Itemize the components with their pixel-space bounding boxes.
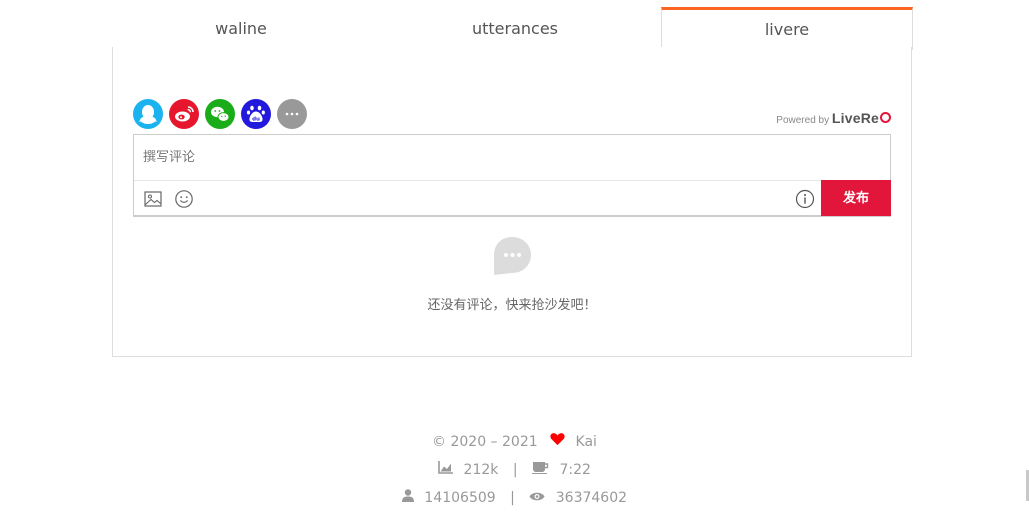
baidu-icon: du bbox=[241, 99, 271, 129]
chart-area-icon bbox=[438, 458, 454, 482]
powered-by-livere[interactable]: Powered by LiveRe bbox=[776, 110, 891, 126]
qq-login-button[interactable] bbox=[133, 99, 163, 129]
more-icon bbox=[277, 99, 307, 129]
info-icon[interactable] bbox=[795, 189, 815, 209]
tab-waline[interactable]: waline bbox=[112, 7, 370, 47]
site-footer: © 2020 – 2021 Kai 212k | 7:22 14106509 |… bbox=[0, 430, 1029, 514]
separator: | bbox=[510, 490, 515, 506]
eye-icon bbox=[529, 486, 545, 510]
wechat-login-button[interactable] bbox=[205, 99, 235, 129]
empty-comments-icon bbox=[494, 237, 531, 275]
heart-icon bbox=[550, 430, 565, 454]
comment-editor: 发布 bbox=[133, 134, 891, 217]
word-count: 212k bbox=[463, 462, 499, 478]
more-login-button[interactable] bbox=[277, 99, 307, 129]
footer-visitors-line: 14106509 | 36374602 bbox=[0, 486, 1029, 514]
user-icon bbox=[401, 486, 414, 510]
copyright-text: © 2020 – 2021 bbox=[432, 434, 538, 450]
tab-livere[interactable]: livere bbox=[661, 7, 913, 50]
comment-tabs: waline utterances livere bbox=[112, 7, 913, 50]
powered-by-label: Powered by bbox=[776, 115, 830, 126]
editor-toolbar: 发布 bbox=[134, 180, 891, 216]
weibo-login-button[interactable] bbox=[169, 99, 199, 129]
tab-utterances[interactable]: utterances bbox=[370, 7, 660, 47]
livere-panel: du Powered by LiveRe 撰写评论 发布 还没有评论，快来抢沙发… bbox=[112, 47, 912, 357]
livere-logo-icon bbox=[880, 112, 891, 123]
author-name: Kai bbox=[575, 434, 597, 450]
emoji-icon[interactable] bbox=[174, 189, 194, 209]
qq-icon bbox=[133, 99, 163, 129]
reading-time: 7:22 bbox=[559, 462, 591, 478]
footer-stats-line: 212k | 7:22 bbox=[0, 458, 1029, 486]
visitor-count: 14106509 bbox=[424, 490, 496, 506]
separator: | bbox=[512, 462, 518, 478]
comment-input[interactable] bbox=[134, 135, 890, 181]
weibo-icon bbox=[169, 99, 199, 129]
wechat-icon bbox=[205, 99, 235, 129]
publish-button[interactable]: 发布 bbox=[821, 180, 891, 216]
view-count: 36374602 bbox=[555, 490, 628, 506]
svg-text:du: du bbox=[252, 117, 260, 123]
footer-copyright-line: © 2020 – 2021 Kai bbox=[0, 430, 1029, 458]
livere-brand: LiveRe bbox=[831, 110, 879, 126]
image-upload-icon[interactable] bbox=[143, 189, 163, 209]
coffee-icon bbox=[532, 458, 549, 482]
empty-comments-message: 还没有评论，快来抢沙发吧！ bbox=[427, 298, 597, 313]
baidu-login-button[interactable]: du bbox=[241, 99, 271, 129]
